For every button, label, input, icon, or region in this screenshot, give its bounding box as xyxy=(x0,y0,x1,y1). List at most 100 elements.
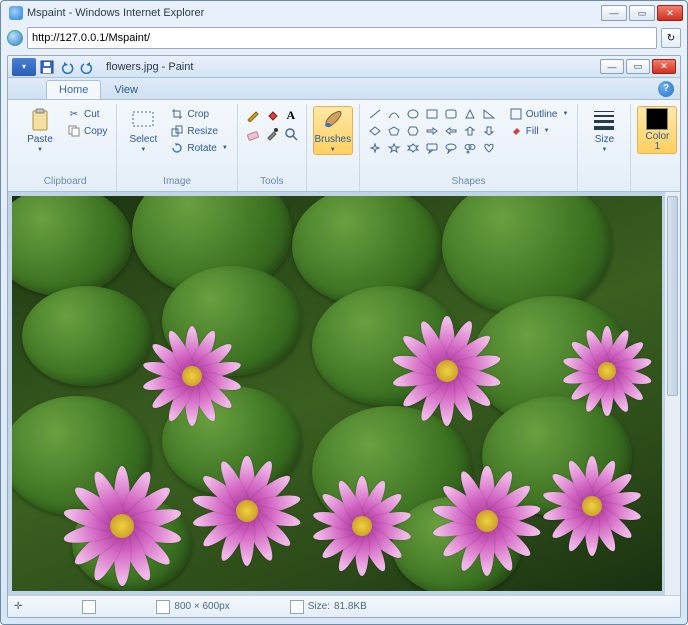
paint-close-button[interactable]: ✕ xyxy=(652,59,676,74)
picker-tool[interactable] xyxy=(263,125,281,143)
ribbon: Paste ▼ ✂Cut Copy Clipboard xyxy=(8,100,680,192)
tab-view[interactable]: View xyxy=(101,80,151,99)
magnifier-tool[interactable] xyxy=(282,125,300,143)
status-cursor: ✛ xyxy=(14,601,22,612)
paint-app-button[interactable]: ▾ xyxy=(12,58,36,76)
canvas[interactable] xyxy=(12,196,662,591)
eraser-tool[interactable] xyxy=(244,125,262,143)
group-image: Select ▼ Crop Resize Rotate▼ Image xyxy=(117,104,237,191)
shape-rect[interactable] xyxy=(423,106,441,122)
shape-callout-oval[interactable] xyxy=(442,140,460,156)
paint-window: ▾ flowers.jpg - Paint — ▭ ✕ Home View ? xyxy=(8,56,680,617)
brushes-button[interactable]: Brushes ▼ xyxy=(313,106,353,155)
text-tool[interactable]: A xyxy=(282,106,300,124)
select-icon xyxy=(131,108,155,132)
shape-arrow-d[interactable] xyxy=(480,123,498,139)
clipboard-label: Clipboard xyxy=(44,174,87,191)
shape-callout-rect[interactable] xyxy=(423,140,441,156)
shape-hexagon[interactable] xyxy=(404,123,422,139)
shape-polygon[interactable] xyxy=(461,106,479,122)
undo-icon[interactable] xyxy=(58,58,76,76)
status-selection xyxy=(82,600,96,614)
resize-button[interactable]: Resize xyxy=(167,123,230,139)
tab-home[interactable]: Home xyxy=(46,80,101,99)
pencil-tool[interactable] xyxy=(244,106,262,124)
resize-icon xyxy=(170,124,184,138)
shapes-gallery[interactable] xyxy=(366,106,498,156)
chevron-down-icon: ▼ xyxy=(37,147,43,153)
paste-button[interactable]: Paste ▼ xyxy=(20,106,60,155)
chevron-down-icon: ▼ xyxy=(140,147,146,153)
size-button[interactable]: Size ▼ xyxy=(584,106,624,155)
shape-arrow-l[interactable] xyxy=(442,123,460,139)
status-bar: ✛ 800 × 600px Size: 81.8KB xyxy=(8,595,680,617)
ie-address-bar: ↻ xyxy=(7,25,681,51)
globe-icon xyxy=(7,30,23,46)
shape-line[interactable] xyxy=(366,106,384,122)
chevron-down-icon: ▼ xyxy=(601,147,607,153)
ribbon-tabs: Home View ? xyxy=(8,78,680,100)
shape-arrow-r[interactable] xyxy=(423,123,441,139)
ie-minimize-button[interactable]: — xyxy=(601,5,627,21)
shape-oval[interactable] xyxy=(404,106,422,122)
shape-star4[interactable] xyxy=(366,140,384,156)
copy-button[interactable]: Copy xyxy=(64,123,110,139)
paint-minimize-button[interactable]: — xyxy=(600,59,624,74)
shape-arrow-u[interactable] xyxy=(461,123,479,139)
refresh-button[interactable]: ↻ xyxy=(661,28,681,48)
shape-heart[interactable] xyxy=(480,140,498,156)
shape-roundrect[interactable] xyxy=(442,106,460,122)
shape-triangle[interactable] xyxy=(480,106,498,122)
crop-button[interactable]: Crop xyxy=(167,106,230,122)
group-clipboard: Paste ▼ ✂Cut Copy Clipboard xyxy=(14,104,117,191)
help-button[interactable]: ? xyxy=(658,81,674,97)
rotate-button[interactable]: Rotate▼ xyxy=(167,140,230,156)
ie-content-area: ▾ flowers.jpg - Paint — ▭ ✕ Home View ? xyxy=(7,55,681,618)
outline-icon xyxy=(509,107,523,121)
ie-close-button[interactable]: ✕ xyxy=(657,5,683,21)
color1-swatch xyxy=(646,108,668,130)
status-dimensions: 800 × 600px xyxy=(156,600,229,614)
flower xyxy=(142,326,242,426)
size-icon xyxy=(592,108,616,132)
flower xyxy=(312,476,412,576)
copy-icon xyxy=(67,124,81,138)
tools-label: Tools xyxy=(260,174,283,191)
fill-tool[interactable] xyxy=(263,106,281,124)
flower xyxy=(392,316,502,426)
flower xyxy=(192,456,302,566)
cursor-icon: ✛ xyxy=(14,601,22,612)
image-label: Image xyxy=(163,174,191,191)
clipboard-icon xyxy=(28,108,52,132)
shapes-label: Shapes xyxy=(452,174,486,191)
group-color: Color 1 xyxy=(631,104,681,191)
dim-icon xyxy=(156,600,170,614)
status-filesize: Size: 81.8KB xyxy=(290,600,367,614)
url-input[interactable] xyxy=(27,27,657,49)
ie-titlebar: Mspaint - Windows Internet Explorer — ▭ … xyxy=(1,1,687,25)
color1-button[interactable]: Color 1 xyxy=(637,106,677,154)
shape-curve[interactable] xyxy=(385,106,403,122)
flower xyxy=(62,466,182,586)
redo-icon[interactable] xyxy=(78,58,96,76)
paint-maximize-button[interactable]: ▭ xyxy=(626,59,650,74)
shape-diamond[interactable] xyxy=(366,123,384,139)
paint-title-text: flowers.jpg - Paint xyxy=(100,61,600,73)
shape-star5[interactable] xyxy=(385,140,403,156)
group-size: Size ▼ xyxy=(578,104,631,191)
save-icon[interactable] xyxy=(38,58,56,76)
scissors-icon: ✂ xyxy=(67,107,81,121)
vertical-scrollbar[interactable] xyxy=(664,192,680,595)
outline-button[interactable]: Outline▼ xyxy=(506,106,572,122)
select-button[interactable]: Select ▼ xyxy=(123,106,163,155)
canvas-image xyxy=(12,196,662,591)
shape-callout-cloud[interactable] xyxy=(461,140,479,156)
fill-button[interactable]: Fill▼ xyxy=(506,123,572,139)
group-tools: A Tools xyxy=(238,104,307,191)
cut-button[interactable]: ✂Cut xyxy=(64,106,110,122)
fill-icon xyxy=(509,124,523,138)
shape-star6[interactable] xyxy=(404,140,422,156)
rotate-icon xyxy=(170,141,184,155)
ie-maximize-button[interactable]: ▭ xyxy=(629,5,655,21)
shape-pentagon[interactable] xyxy=(385,123,403,139)
